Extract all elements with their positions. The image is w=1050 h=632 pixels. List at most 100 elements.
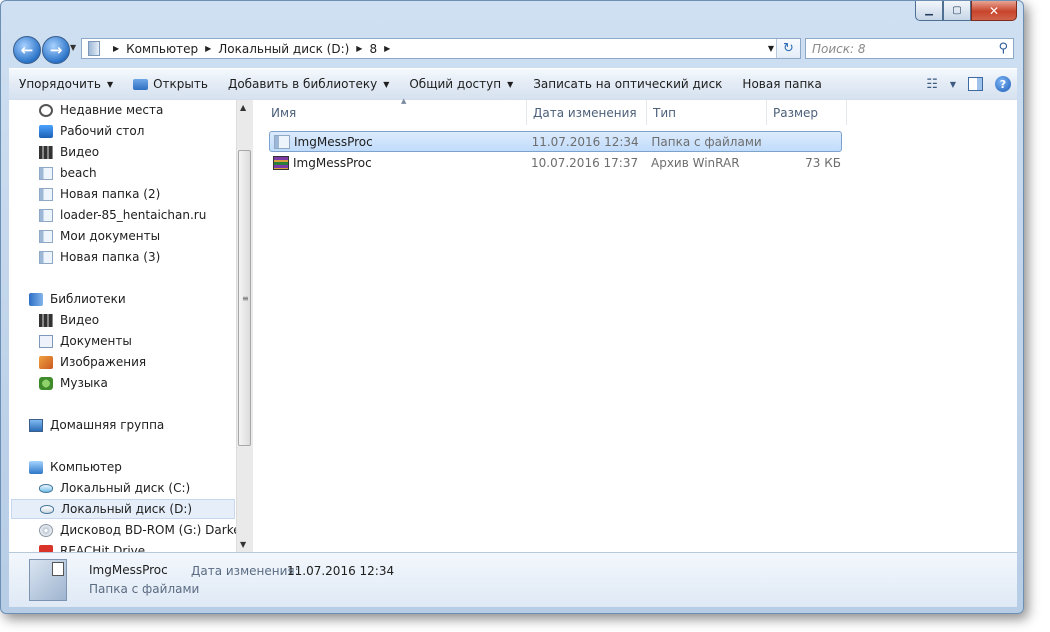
chevron-down-icon: ▼ xyxy=(507,79,514,89)
nav-item-label: Новая папка (3) xyxy=(60,250,161,264)
help-icon[interactable]: ? xyxy=(995,76,1011,92)
address-history-dropdown[interactable]: ▼ xyxy=(768,44,774,53)
add-to-library-label: Добавить в библиотеку xyxy=(227,77,378,91)
burn-button[interactable]: Записать на оптический диск xyxy=(523,69,732,99)
recent-places-icon xyxy=(39,103,53,117)
nav-item-label: Локальный диск (D:) xyxy=(61,502,193,516)
scrollbar-thumb[interactable]: ≡ xyxy=(238,150,251,446)
column-name[interactable]: ▲ Имя xyxy=(265,97,527,125)
search-icon[interactable]: ⚲ xyxy=(998,41,1008,56)
change-view-icon[interactable]: ☷ xyxy=(926,77,938,92)
nav-item-drive-d[interactable]: Локальный диск (D:) xyxy=(11,499,235,519)
chevron-right-icon[interactable]: ▶ xyxy=(205,44,211,53)
nav-item-my-documents[interactable]: Мои документы xyxy=(39,226,235,246)
open-button[interactable]: Открыть xyxy=(123,69,218,99)
maximize-button[interactable]: ▢ xyxy=(943,1,971,21)
nav-item-new-folder-3[interactable]: Новая папка (3) xyxy=(39,247,235,267)
details-type: Папка с файлами xyxy=(89,582,200,596)
forward-button[interactable]: → xyxy=(42,36,70,64)
close-button[interactable]: ✕ xyxy=(971,1,1017,21)
nav-item-lib-documents[interactable]: Документы xyxy=(39,331,235,351)
add-to-library-menu[interactable]: Добавить в библиотеку ▼ xyxy=(218,69,399,99)
breadcrumb-drive-d[interactable]: Локальный диск (D:) xyxy=(218,42,349,56)
file-row[interactable]: ImgMessProc 10.07.2016 17:37 Архив WinRA… xyxy=(269,152,842,173)
open-folder-icon xyxy=(133,78,149,90)
column-type-label: Тип xyxy=(653,105,676,120)
images-icon xyxy=(39,355,53,369)
column-header-row: ▲ Имя Дата изменения Тип Размер xyxy=(265,97,847,125)
nav-item-new-folder-2[interactable]: Новая папка (2) xyxy=(39,184,235,204)
column-date-label: Дата изменения xyxy=(533,105,637,120)
share-menu[interactable]: Общий доступ ▼ xyxy=(399,69,523,99)
details-name: ImgMessProc xyxy=(89,563,168,577)
folder-icon xyxy=(39,229,53,243)
organize-menu[interactable]: Упорядочить ▼ xyxy=(9,69,123,99)
command-bar: Упорядочить ▼ Открыть Добавить в библиот… xyxy=(9,68,1017,100)
nav-item-label: Библиотеки xyxy=(50,292,126,306)
nav-item-bd-rom[interactable]: Дисковод BD-ROM (G:) Darkest D xyxy=(39,520,237,540)
minimize-button[interactable]: ▁ xyxy=(915,1,943,21)
open-label: Открыть xyxy=(153,77,208,91)
nav-item-recent-places[interactable]: Недавние места xyxy=(39,100,235,120)
scroll-down-icon[interactable]: ▼ xyxy=(240,540,246,549)
nav-item-computer[interactable]: Компьютер xyxy=(29,457,235,477)
nav-item-beach[interactable]: beach xyxy=(39,163,235,183)
file-row[interactable]: ImgMessProc 11.07.2016 12:34 Папка с фай… xyxy=(269,131,842,152)
nav-item-label: Рабочий стол xyxy=(60,124,145,138)
chevron-right-icon[interactable]: ▶ xyxy=(384,44,390,53)
organize-label: Упорядочить xyxy=(19,77,101,91)
new-folder-button[interactable]: Новая папка xyxy=(732,69,831,99)
column-size-label: Размер xyxy=(773,105,819,120)
details-date-value: 11.07.2016 12:34 xyxy=(287,564,395,578)
video-icon xyxy=(39,145,53,159)
desktop-icon xyxy=(39,124,53,138)
column-type[interactable]: Тип xyxy=(647,100,767,125)
nav-item-label: Дисковод BD-ROM (G:) Darkest D xyxy=(60,523,237,537)
nav-item-label: Изображения xyxy=(60,355,147,369)
file-type: Папка с файлами xyxy=(651,134,762,149)
address-bar[interactable]: ▶ Компьютер ▶ Локальный диск (D:) ▶ 8 ▶ … xyxy=(81,38,801,59)
details-date-label: Дата изменения: xyxy=(191,564,299,578)
navigation-scrollbar[interactable]: ▲ ≡ ▼ xyxy=(236,100,253,552)
computer-icon xyxy=(29,460,43,474)
nav-item-lib-video[interactable]: Видео xyxy=(39,310,235,330)
back-button[interactable]: ← xyxy=(13,36,41,64)
refresh-button[interactable]: ↻ xyxy=(776,39,800,58)
search-placeholder: Поиск: 8 xyxy=(812,42,866,56)
preview-pane-icon[interactable] xyxy=(968,77,983,91)
nav-item-label: Домашняя группа xyxy=(50,418,165,432)
breadcrumb-folder-8[interactable]: 8 xyxy=(369,42,377,56)
nav-item-desktop[interactable]: Рабочий стол xyxy=(39,121,235,141)
chevron-right-icon[interactable]: ▶ xyxy=(356,44,362,53)
nav-item-libraries[interactable]: Библиотеки xyxy=(29,289,235,309)
nav-item-lib-images[interactable]: Изображения xyxy=(39,352,235,372)
scroll-up-icon[interactable]: ▲ xyxy=(240,103,246,112)
file-name: ImgMessProc xyxy=(294,134,373,149)
chevron-right-icon[interactable]: ▶ xyxy=(113,44,119,53)
nav-item-label: Видео xyxy=(60,145,100,159)
documents-icon xyxy=(39,334,53,348)
nav-item-label: beach xyxy=(60,166,97,180)
view-options-chevron-down-icon[interactable]: ▼ xyxy=(950,80,956,89)
nav-item-drive-c[interactable]: Локальный диск (C:) xyxy=(39,478,235,498)
breadcrumb-computer[interactable]: Компьютер xyxy=(126,42,198,56)
nav-item-video[interactable]: Видео xyxy=(39,142,235,162)
folder-icon xyxy=(39,250,53,264)
nav-item-homegroup[interactable]: Домашняя группа xyxy=(29,415,235,435)
hard-drive-icon xyxy=(39,483,53,493)
nav-item-label: Новая папка (2) xyxy=(60,187,161,201)
folder-icon xyxy=(39,166,53,180)
nav-item-reachit[interactable]: REACHit Drive xyxy=(39,541,235,552)
nav-item-lib-music[interactable]: Музыка xyxy=(39,373,235,393)
column-date[interactable]: Дата изменения xyxy=(527,100,647,125)
file-type: Архив WinRAR xyxy=(651,155,740,170)
folder-icon xyxy=(88,41,100,56)
nav-item-loader[interactable]: loader-85_hentaichan.ru xyxy=(39,205,235,225)
video-icon xyxy=(39,313,53,327)
recent-pages-dropdown[interactable]: ▼ xyxy=(70,43,76,52)
search-input[interactable]: Поиск: 8 ⚲ xyxy=(805,38,1014,59)
hard-drive-icon xyxy=(40,504,54,514)
nav-item-label: Компьютер xyxy=(50,460,122,474)
sort-ascending-icon: ▲ xyxy=(401,97,407,105)
column-size[interactable]: Размер xyxy=(767,100,847,125)
